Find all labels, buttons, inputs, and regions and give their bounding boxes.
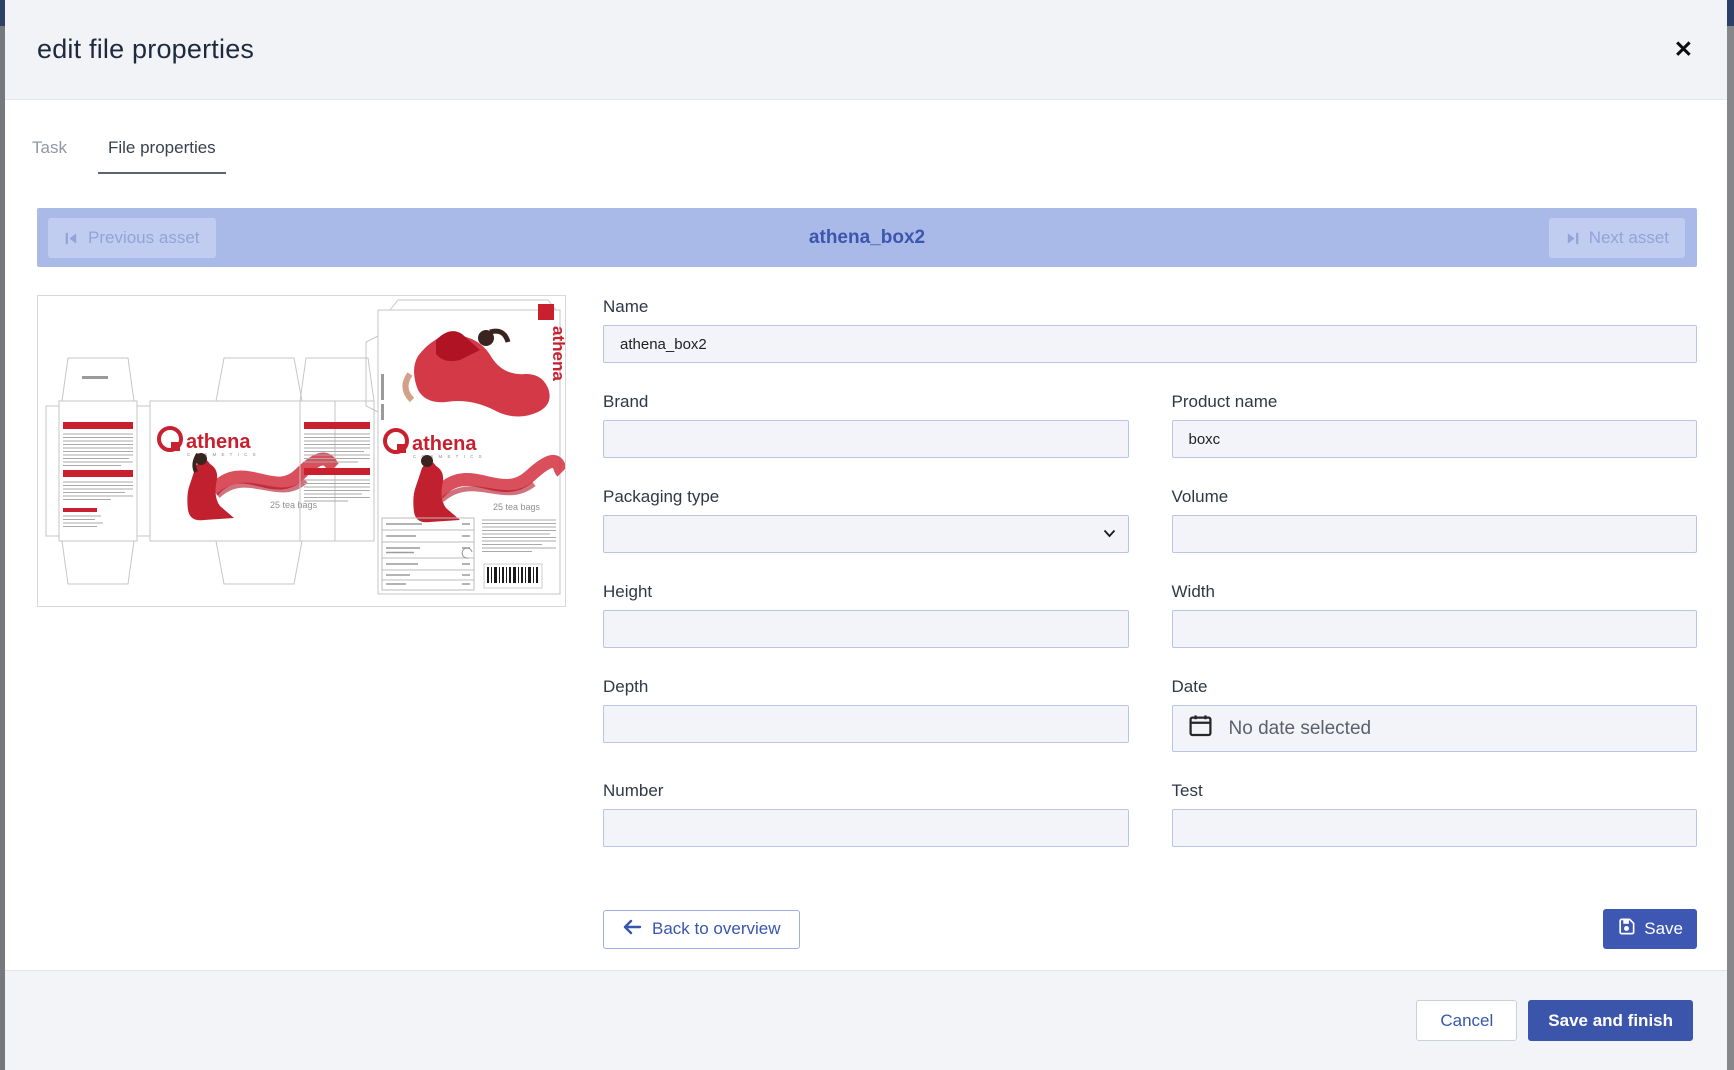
width-label: Width bbox=[1172, 582, 1698, 602]
dialog-footer: Cancel Save and finish bbox=[5, 970, 1727, 1070]
number-input[interactable] bbox=[603, 809, 1129, 847]
depth-field-group: Depth bbox=[603, 677, 1129, 752]
dialog-header: edit file properties ✕ bbox=[5, 0, 1727, 100]
date-picker-field[interactable]: No date selected bbox=[1172, 705, 1698, 752]
name-field-group: Name bbox=[603, 297, 1697, 363]
name-input[interactable] bbox=[603, 325, 1697, 363]
depth-input[interactable] bbox=[603, 705, 1129, 743]
height-field-group: Height bbox=[603, 582, 1129, 648]
cancel-button[interactable]: Cancel bbox=[1416, 1000, 1517, 1041]
background-page-right-sliver bbox=[1727, 0, 1734, 1070]
volume-input[interactable] bbox=[1172, 515, 1698, 553]
test-field-group: Test bbox=[1172, 781, 1698, 847]
calendar-icon bbox=[1187, 712, 1214, 745]
previous-asset-label: Previous asset bbox=[88, 228, 200, 248]
packaging-type-field-group: Packaging type bbox=[603, 487, 1129, 553]
date-field-group: Date No date selected bbox=[1172, 677, 1698, 752]
brand-field-group: Brand bbox=[603, 392, 1129, 458]
edit-file-properties-dialog: edit file properties ✕ Task File propert… bbox=[5, 0, 1727, 1070]
number-field-group: Number bbox=[603, 781, 1129, 847]
packaging-type-select[interactable] bbox=[603, 515, 1129, 553]
name-label: Name bbox=[603, 297, 1697, 317]
brand-label: Brand bbox=[603, 392, 1129, 412]
svg-text:athena: athena bbox=[186, 431, 251, 453]
current-asset-name: athena_box2 bbox=[809, 227, 925, 249]
test-input[interactable] bbox=[1172, 809, 1698, 847]
skip-next-icon bbox=[1565, 231, 1580, 246]
test-label: Test bbox=[1172, 781, 1698, 801]
back-to-overview-button[interactable]: Back to overview bbox=[603, 910, 800, 949]
skip-previous-icon bbox=[64, 231, 79, 246]
svg-text:25 tea bags: 25 tea bags bbox=[493, 502, 541, 512]
svg-text:athena: athena bbox=[412, 433, 477, 455]
product-name-field-group: Product name bbox=[1172, 392, 1698, 458]
asset-nav-banner: Previous asset athena_box2 Next asset bbox=[37, 208, 1697, 267]
next-asset-label: Next asset bbox=[1589, 228, 1669, 248]
width-input[interactable] bbox=[1172, 610, 1698, 648]
asset-preview-image: athena C O S M E T I C S 25 tea bags bbox=[37, 295, 566, 607]
save-label: Save bbox=[1644, 919, 1683, 939]
tab-bar: Task File properties bbox=[5, 100, 1727, 174]
number-label: Number bbox=[603, 781, 1129, 801]
product-name-input[interactable] bbox=[1172, 420, 1698, 458]
volume-field-group: Volume bbox=[1172, 487, 1698, 553]
dialog-content: athena C O S M E T I C S 25 tea bags bbox=[5, 295, 1727, 970]
depth-label: Depth bbox=[603, 677, 1129, 697]
file-properties-form: Name Brand Product name Packaging type bbox=[603, 295, 1697, 970]
dialog-title: edit file properties bbox=[37, 34, 254, 65]
height-input[interactable] bbox=[603, 610, 1129, 648]
form-actions-row: Back to overview Save bbox=[603, 909, 1697, 949]
packaging-dieline-drawing: athena C O S M E T I C S 25 tea bags bbox=[38, 296, 565, 606]
next-asset-button[interactable]: Next asset bbox=[1549, 218, 1685, 258]
width-field-group: Width bbox=[1172, 582, 1698, 648]
date-placeholder-text: No date selected bbox=[1229, 718, 1372, 740]
close-icon[interactable]: ✕ bbox=[1670, 34, 1697, 65]
height-label: Height bbox=[603, 582, 1129, 602]
chevron-down-icon bbox=[1103, 525, 1116, 543]
product-name-label: Product name bbox=[1172, 392, 1698, 412]
date-label: Date bbox=[1172, 677, 1698, 697]
arrow-left-icon bbox=[622, 919, 642, 940]
save-and-finish-button[interactable]: Save and finish bbox=[1528, 1000, 1693, 1041]
back-to-overview-label: Back to overview bbox=[652, 919, 781, 939]
floppy-save-icon bbox=[1617, 917, 1636, 941]
previous-asset-button[interactable]: Previous asset bbox=[48, 218, 216, 258]
packaging-type-label: Packaging type bbox=[603, 487, 1129, 507]
tab-task[interactable]: Task bbox=[22, 128, 77, 174]
tab-file-properties[interactable]: File properties bbox=[98, 128, 226, 174]
brand-input[interactable] bbox=[603, 420, 1129, 458]
volume-label: Volume bbox=[1172, 487, 1698, 507]
save-button[interactable]: Save bbox=[1603, 909, 1697, 949]
svg-text:athena: athena bbox=[549, 326, 565, 381]
